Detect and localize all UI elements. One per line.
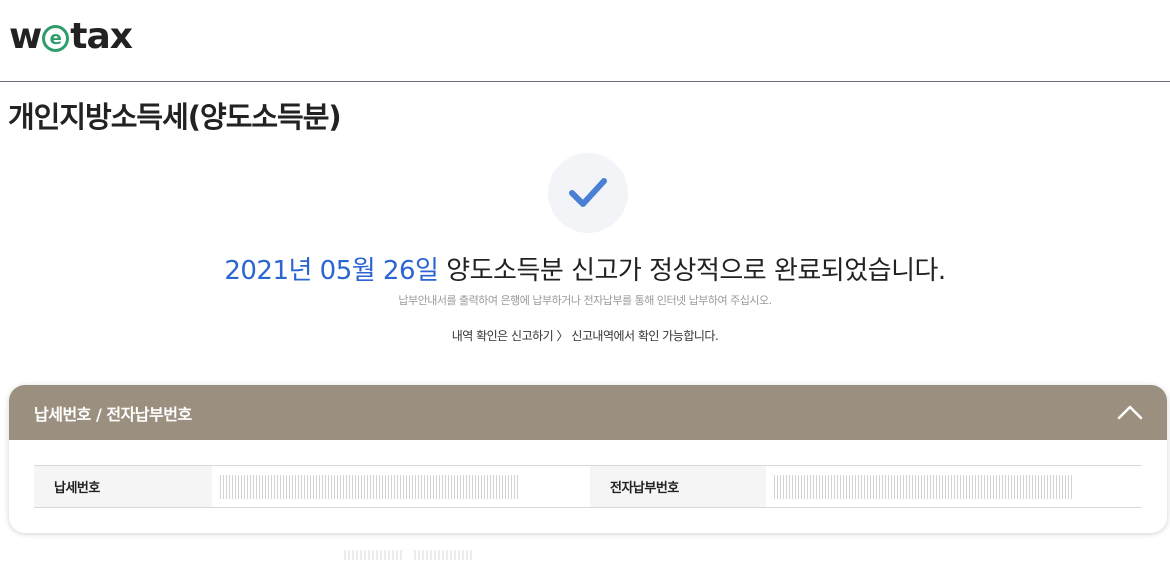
completion-date: 2021년 05월 26일 [224, 256, 439, 286]
faint-masked-button [344, 550, 404, 560]
e-payment-number-value [766, 466, 1142, 507]
logo-e-mark: e [42, 24, 70, 52]
completion-message: 2021년 05월 26일 양도소득분 신고가 정상적으로 완료되었습니다. [0, 250, 1170, 287]
masked-e-payment-number [774, 474, 1072, 499]
masked-tax-number [220, 474, 518, 499]
logo-text-suffix: tax [70, 15, 133, 57]
panel-title: 납세번호 / 전자납부번호 [34, 405, 192, 424]
faint-masked-button [414, 550, 472, 560]
tax-number-panel: 납세번호 / 전자납부번호 납세번호 전자납부번호 [9, 385, 1167, 533]
chevron-up-icon [1117, 405, 1143, 420]
collapse-button[interactable] [1115, 399, 1145, 425]
tax-number-label: 납세번호 [34, 466, 212, 507]
page-title: 개인지방소득세(양도소득분) [8, 100, 342, 134]
logo-text-prefix: w [9, 15, 42, 57]
completion-text: 양도소득분 신고가 정상적으로 완료되었습니다. [438, 256, 946, 286]
check-icon [569, 178, 607, 207]
history-guide-text: 내역 확인은 신고하기 〉 신고내역에서 확인 가능합니다. [451, 329, 719, 343]
panel-header: 납세번호 / 전자납부번호 [9, 385, 1167, 440]
payment-guide-text: 납부안내서를 출력하여 은행에 납부하거나 전자납부를 통해 인터넷 납부하여 … [398, 294, 772, 307]
site-header: w e tax [0, 0, 1170, 82]
tax-number-value [212, 466, 590, 507]
tax-number-table: 납세번호 전자납부번호 [34, 465, 1142, 508]
wetax-logo[interactable]: w e tax [9, 14, 133, 58]
e-payment-number-label: 전자납부번호 [590, 466, 766, 507]
success-check-badge [548, 153, 628, 233]
